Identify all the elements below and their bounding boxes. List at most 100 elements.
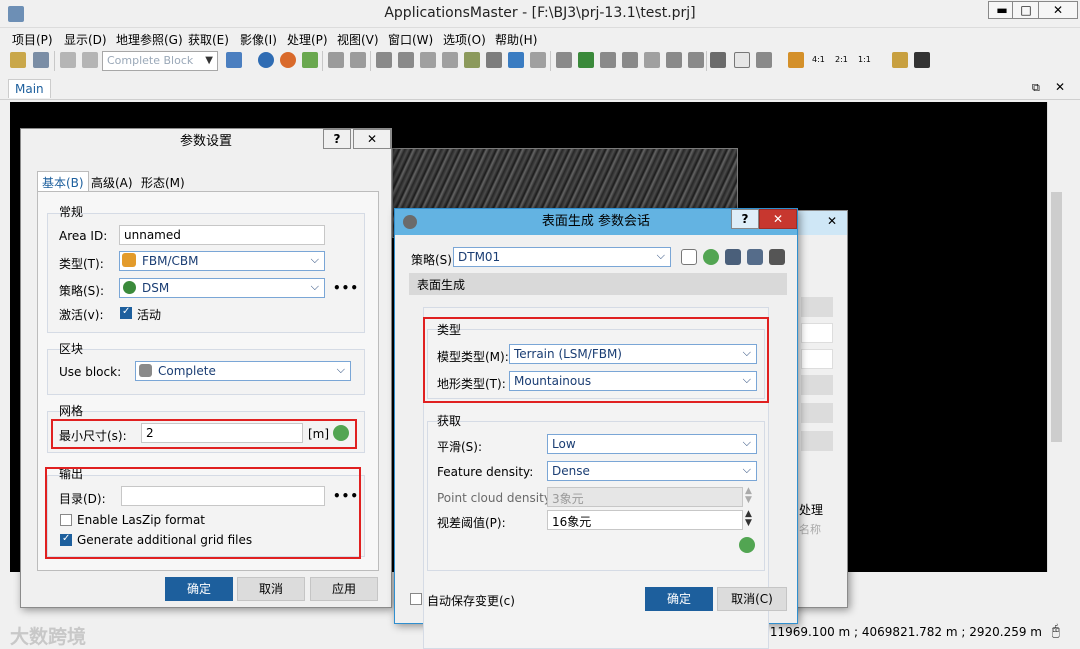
param-dialog-help-button[interactable]: ? bbox=[323, 129, 351, 149]
document-tabs: Main ⧉ ✕ bbox=[0, 76, 1080, 100]
close-tab-icon[interactable]: ✕ bbox=[1055, 80, 1065, 94]
menu-options[interactable]: 选项(O) bbox=[443, 31, 486, 48]
tab-advanced[interactable]: 高级(A) bbox=[87, 172, 137, 193]
globe-icon[interactable] bbox=[258, 52, 274, 68]
menu-display[interactable]: 显示(D) bbox=[64, 31, 107, 48]
parallax-threshold-input[interactable]: 16象元 bbox=[547, 510, 743, 530]
maximize-button[interactable]: □ bbox=[1012, 1, 1040, 19]
autosave-checkbox[interactable] bbox=[410, 593, 422, 605]
block-combo[interactable]: Complete Block ▼ bbox=[102, 51, 218, 71]
surface-dialog-help-button[interactable]: ? bbox=[731, 209, 759, 229]
strategy-select[interactable]: DSM ⌵ bbox=[119, 278, 325, 298]
tool-icon-1[interactable] bbox=[376, 52, 392, 68]
point-cloud-spinner[interactable]: ▲ ▼ bbox=[745, 487, 752, 505]
menu-project[interactable]: 项目(P) bbox=[12, 31, 53, 48]
tab-main[interactable]: Main bbox=[8, 79, 51, 98]
zoom-2-1[interactable]: 2:1 bbox=[835, 55, 848, 64]
grid-icon[interactable] bbox=[226, 52, 242, 68]
tool-icon-8[interactable] bbox=[530, 52, 546, 68]
menu-georef[interactable]: 地理参照(G) bbox=[116, 31, 183, 48]
point-cloud-density-input[interactable]: 3象元 bbox=[547, 487, 743, 507]
point-icon[interactable] bbox=[350, 52, 366, 68]
parallax-spinner[interactable]: ▲ ▼ bbox=[745, 510, 752, 528]
save-icon[interactable] bbox=[725, 249, 741, 265]
zoom-icon[interactable] bbox=[756, 52, 772, 68]
refresh-icon[interactable] bbox=[739, 537, 755, 553]
block-icon bbox=[139, 364, 152, 377]
hand-icon[interactable] bbox=[734, 52, 750, 68]
param-dialog-close-button[interactable]: ✕ bbox=[353, 129, 391, 149]
grid-group-label: 网格 bbox=[59, 404, 84, 418]
vertical-scrollbar[interactable] bbox=[1047, 102, 1065, 572]
block-icon[interactable] bbox=[82, 52, 98, 68]
open-icon[interactable] bbox=[10, 52, 26, 68]
tool-icon-9[interactable] bbox=[556, 52, 572, 68]
tool-icon-10[interactable] bbox=[578, 52, 594, 68]
menu-image[interactable]: 影像(I) bbox=[240, 31, 277, 48]
trash-icon[interactable] bbox=[769, 249, 785, 265]
contrast-icon[interactable] bbox=[914, 52, 930, 68]
surface-dialog-close-button[interactable]: ✕ bbox=[759, 209, 797, 229]
type-label: 类型(T): bbox=[59, 257, 104, 271]
layout-icon[interactable] bbox=[710, 52, 726, 68]
smooth-label: 平滑(S): bbox=[437, 440, 483, 454]
zoom-4-1[interactable]: 4:1 bbox=[812, 55, 825, 64]
surface-cancel-button[interactable]: 取消(C) bbox=[717, 587, 787, 611]
tool-icon-12[interactable] bbox=[622, 52, 638, 68]
window-title: ApplicationsMaster - [F:\BJ3\prj-13.1\te… bbox=[384, 5, 696, 21]
zoom-1-1[interactable]: 1:1 bbox=[858, 55, 871, 64]
tool-icon-3[interactable] bbox=[420, 52, 436, 68]
menu-view[interactable]: 视图(V) bbox=[337, 31, 379, 48]
menu-window[interactable]: 窗口(W) bbox=[388, 31, 433, 48]
tool-icon-4[interactable] bbox=[442, 52, 458, 68]
new-icon[interactable] bbox=[681, 249, 697, 265]
area-id-input[interactable]: unnamed bbox=[119, 225, 325, 245]
surface-strategy-value: DTM01 bbox=[458, 250, 501, 264]
background-panel-close[interactable]: ✕ bbox=[827, 214, 837, 228]
refresh-icon[interactable] bbox=[703, 249, 719, 265]
tool-icon-6[interactable] bbox=[486, 52, 502, 68]
scroll-thumb[interactable] bbox=[1051, 192, 1062, 442]
tool-icon-7[interactable] bbox=[508, 52, 524, 68]
surface-strategy-select[interactable]: DTM01 ⌵ bbox=[453, 247, 671, 267]
edit-icon[interactable] bbox=[60, 52, 76, 68]
tab-basic[interactable]: 基本(B) bbox=[37, 171, 89, 193]
surface-ok-button[interactable]: 确定 bbox=[645, 587, 713, 611]
cancel-button[interactable]: 取消 bbox=[237, 577, 305, 601]
tool-icon-2[interactable] bbox=[398, 52, 414, 68]
tool-icon-14[interactable] bbox=[666, 52, 682, 68]
point-cloud-density-label: Point cloud density: bbox=[437, 491, 555, 505]
type-select[interactable]: FBM/CBM ⌵ bbox=[119, 251, 325, 271]
tool-icon-5[interactable] bbox=[464, 52, 480, 68]
menu-acquire[interactable]: 获取(E) bbox=[188, 31, 229, 48]
menu-process[interactable]: 处理(P) bbox=[287, 31, 328, 48]
tool-icon-13[interactable] bbox=[644, 52, 660, 68]
use-block-label: Use block: bbox=[59, 365, 122, 379]
tool-icon-11[interactable] bbox=[600, 52, 616, 68]
save-as-icon[interactable] bbox=[747, 249, 763, 265]
triangle-icon[interactable] bbox=[328, 52, 344, 68]
menu-help[interactable]: 帮助(H) bbox=[495, 31, 537, 48]
chevron-down-icon: ⌵ bbox=[336, 363, 345, 376]
restore-pane-icon[interactable]: ⧉ bbox=[1032, 81, 1040, 95]
tab-morphology[interactable]: 形态(M) bbox=[137, 172, 189, 193]
chevron-down-icon: ▼ bbox=[205, 55, 213, 66]
sphere-icon[interactable] bbox=[280, 52, 296, 68]
image-icon[interactable] bbox=[302, 52, 318, 68]
active-checkbox[interactable] bbox=[120, 306, 132, 319]
tool-icon-15[interactable] bbox=[688, 52, 704, 68]
highlight-grid bbox=[51, 419, 357, 449]
smooth-select[interactable]: Low ⌵ bbox=[547, 434, 757, 454]
apply-button[interactable]: 应用 bbox=[310, 577, 378, 601]
save-icon[interactable] bbox=[33, 52, 49, 68]
strategy-more-button[interactable]: ••• bbox=[333, 281, 359, 295]
block-group-label: 区块 bbox=[59, 342, 84, 356]
ok-button[interactable]: 确定 bbox=[165, 577, 233, 601]
close-window-button[interactable]: ✕ bbox=[1038, 1, 1078, 19]
autosave-label: 自动保存变更(c) bbox=[427, 594, 515, 608]
chevron-down-icon: ⌵ bbox=[742, 436, 751, 449]
settings-icon[interactable] bbox=[892, 52, 908, 68]
fit-icon[interactable] bbox=[788, 52, 804, 68]
use-block-select[interactable]: Complete ⌵ bbox=[135, 361, 351, 381]
feature-density-select[interactable]: Dense ⌵ bbox=[547, 461, 757, 481]
